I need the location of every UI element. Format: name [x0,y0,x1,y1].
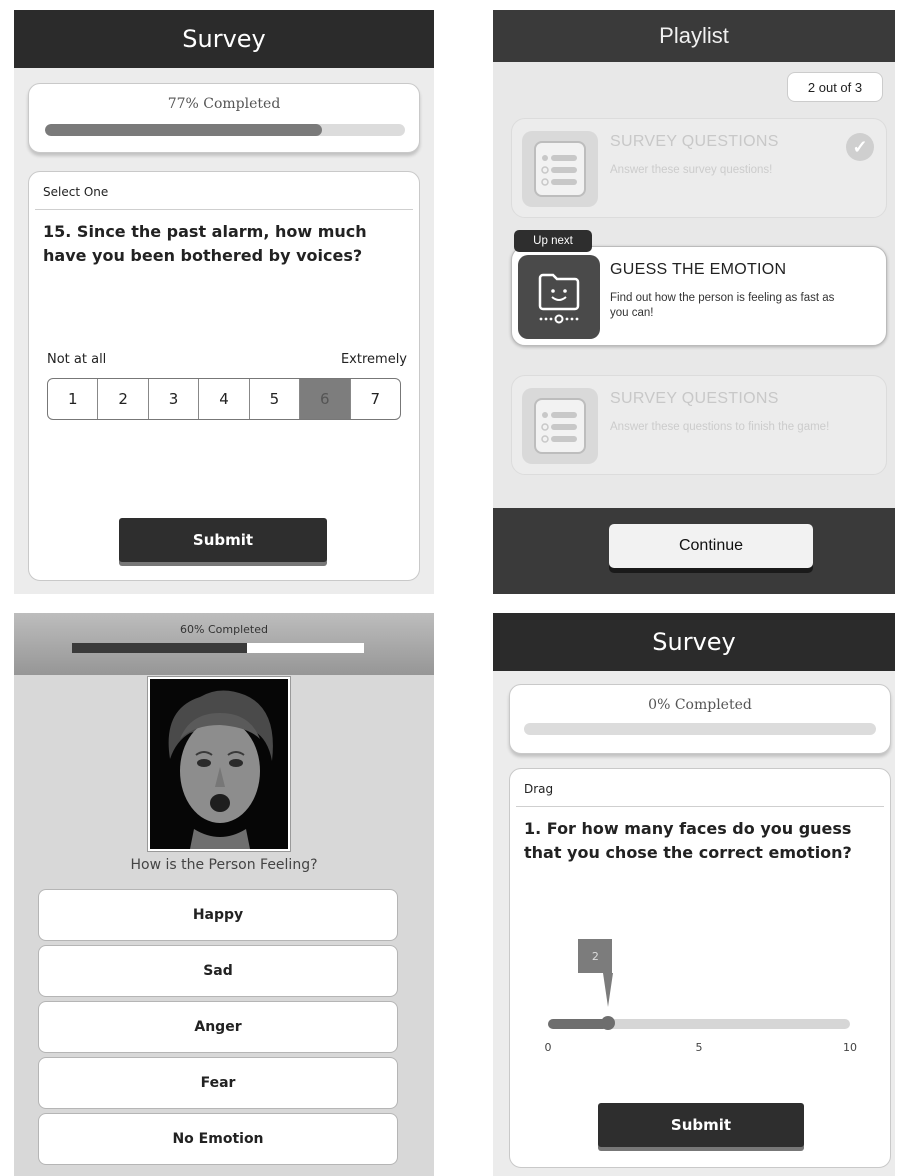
progress-fill [45,124,323,136]
scale-max-label: Extremely [340,352,407,367]
checklist-icon [522,388,598,464]
scale-option-7[interactable]: 7 [351,379,400,419]
smiley-folder-icon [518,255,600,339]
emotion-question: How is the Person Feeling? [130,857,318,873]
scale-option-1[interactable]: 1 [48,379,99,419]
progress-text: 60% Completed [180,623,268,636]
scale-option-5[interactable]: 5 [250,379,301,419]
playlist-item-title: GUESS THE EMOTION [610,261,787,278]
emotion-question-screen: 60% Completed How is the Person Feeling?… [14,613,434,1176]
playlist-counter: 2 out of 3 [787,72,883,102]
progress-track [45,124,405,136]
slider-handle[interactable] [601,1016,616,1030]
playlist-footer: Continue [493,508,895,594]
progress-text: 77% Completed [167,96,281,112]
playlist-item-title: SURVEY QUESTIONS [610,133,779,150]
submit-button[interactable]: Submit [119,518,327,562]
survey-drag-screen: Survey 0% Completed Drag 1. For how many… [493,613,895,1176]
option-anger-button[interactable]: Anger [38,1001,398,1053]
likert-scale: 1234567 [47,378,401,420]
checklist-icon [522,131,598,207]
slider-tick-label: 10 [843,1041,857,1054]
scale-min-label: Not at all [47,352,107,367]
playlist-item-guess-emotion[interactable]: GUESS THE EMOTION Find out how the perso… [511,246,887,346]
playlist-item-description: Find out how the person is feeling as fa… [610,292,835,319]
slider-value-bubble: 2 [578,939,613,973]
slider-tick-label: 5 [695,1041,703,1054]
scale-option-3[interactable]: 3 [149,379,200,419]
question-type-label: Drag [516,769,884,807]
survey-select-one-screen: Survey 77% Completed Select One 15. Sinc… [14,10,434,594]
playlist-title: Playlist [659,23,729,48]
progress-card: 0% Completed [509,684,891,754]
check-icon: ✓ [846,133,874,161]
face-photo [147,676,291,852]
survey-title: Survey [652,628,736,656]
progress-track [524,723,876,735]
playlist-screen: Playlist 2 out of 3 SURVEY QUESTIONS Ans… [493,10,895,594]
playlist-item-description: Answer these survey questions! [610,164,773,176]
survey-header: Survey [493,613,895,671]
survey-header: Survey [14,10,434,68]
option-happy-button[interactable]: Happy [38,889,398,941]
scale-option-2[interactable]: 2 [98,379,149,419]
option-no-emotion-button[interactable]: No Emotion [38,1113,398,1165]
playlist-item-survey-locked[interactable]: SURVEY QUESTIONS Answer these questions … [511,375,887,475]
option-sad-button[interactable]: Sad [38,945,398,997]
scale-option-4[interactable]: 4 [199,379,250,419]
playlist-item-survey-completed[interactable]: SURVEY QUESTIONS Answer these survey que… [511,118,887,218]
slider-value-pointer [603,973,614,1007]
scale-option-6[interactable]: 6 [300,379,351,419]
scale-labels: Not at all Extremely [47,352,407,367]
question-text: 1. For how many faces do you guess that … [524,819,852,862]
option-fear-button[interactable]: Fear [38,1057,398,1109]
question-card: Select One 15. Since the past alarm, how… [28,171,420,581]
playlist-item-description: Answer these questions to finish the gam… [610,421,830,433]
progress-track [72,643,364,653]
playlist-header: Playlist [493,10,895,62]
up-next-badge: Up next [514,230,592,252]
question-text: 15. Since the past alarm, how much have … [43,222,367,265]
question-card: Drag 1. For how many faces do you guess … [509,768,891,1168]
slider-fill [548,1019,609,1029]
playlist-item-title: SURVEY QUESTIONS [610,390,779,407]
question-type-label: Select One [35,172,413,210]
slider-tick-label: 0 [544,1041,552,1054]
continue-button[interactable]: Continue [609,524,813,568]
survey-title: Survey [182,25,266,53]
submit-button[interactable]: Submit [598,1103,804,1147]
progress-card: 77% Completed [28,83,420,153]
count-slider[interactable] [548,1016,850,1030]
progress-fill [72,643,248,653]
progress-text: 0% Completed [648,697,752,713]
